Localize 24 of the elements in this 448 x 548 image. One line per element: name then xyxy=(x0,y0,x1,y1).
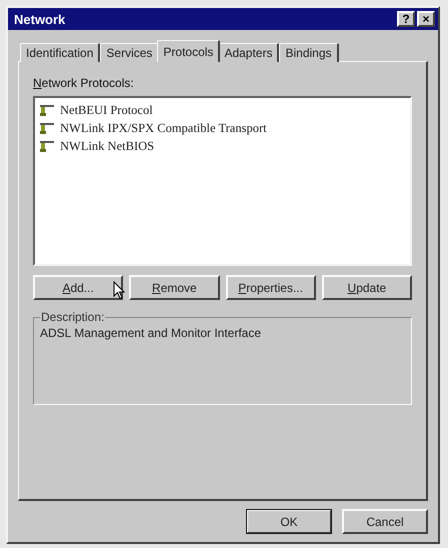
list-button[interactable]: Remove xyxy=(129,275,220,300)
list-button[interactable]: Update xyxy=(322,275,412,300)
network-protocol-icon xyxy=(38,122,56,134)
tab[interactable]: Services xyxy=(100,43,160,62)
list-label: Network Protocols: xyxy=(33,76,134,90)
close-button[interactable]: × xyxy=(417,11,435,27)
list-button[interactable]: Add... xyxy=(33,275,124,300)
tab[interactable]: Adapters xyxy=(218,43,280,62)
description-label: Description: xyxy=(40,310,106,324)
mouse-pointer-icon xyxy=(113,281,125,300)
protocol-item[interactable]: NWLink IPX/SPX Compatible Transport xyxy=(38,119,270,137)
window-title: Network xyxy=(14,12,66,26)
description-text: ADSL Management and Monitor Interface xyxy=(40,326,262,340)
dialog-button[interactable]: Cancel xyxy=(342,509,428,534)
list-button[interactable]: Properties... xyxy=(226,275,316,300)
network-protocol-icon xyxy=(38,140,56,152)
protocol-item[interactable]: NWLink NetBIOS xyxy=(38,137,158,155)
network-protocol-icon xyxy=(38,104,56,116)
protocol-item[interactable]: NetBEUI Protocol xyxy=(38,101,156,119)
tab[interactable]: Bindings xyxy=(279,43,338,62)
tab[interactable]: Identification xyxy=(20,43,100,62)
help-button[interactable]: ? xyxy=(397,11,415,27)
tab[interactable]: Protocols xyxy=(157,40,220,62)
dialog-button[interactable]: OK xyxy=(246,509,332,534)
